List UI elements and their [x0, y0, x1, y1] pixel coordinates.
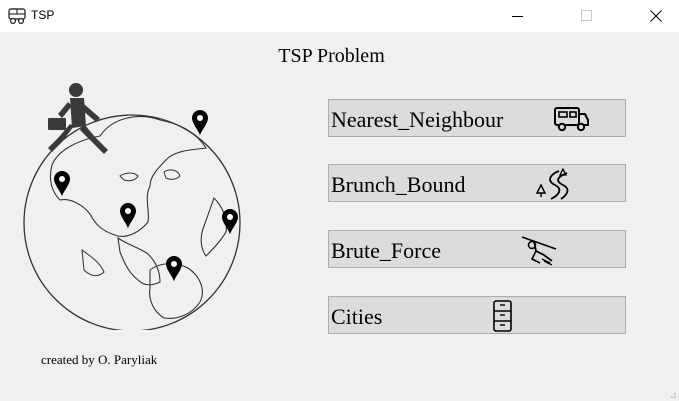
map-pin-icon	[166, 256, 182, 282]
zipline-icon	[521, 236, 557, 266]
close-button[interactable]	[633, 0, 679, 32]
button-label: Nearest_Neighbour	[331, 107, 504, 132]
button-label: Brute_Force	[331, 238, 441, 263]
close-icon	[650, 10, 662, 22]
minimize-icon	[512, 16, 523, 17]
brute-force-button[interactable]: Brute_Force	[328, 230, 626, 268]
winding-road-icon	[535, 167, 569, 200]
camper-van-icon	[554, 107, 589, 132]
author-credit: created by O. Paryliak	[41, 352, 158, 367]
vehicle-icon	[8, 8, 26, 25]
running-man-figure	[48, 83, 108, 154]
maximize-button[interactable]	[564, 0, 610, 32]
minimize-button[interactable]	[495, 0, 541, 32]
button-label: Brunch_Bound	[331, 172, 466, 197]
cities-button[interactable]: Cities	[328, 296, 626, 334]
map-pin-icon	[222, 209, 238, 235]
button-label: Cities	[331, 304, 383, 329]
nearest-neighbour-button[interactable]: Nearest_Neighbour	[328, 99, 626, 137]
map-pin-icon	[54, 171, 70, 197]
brunch-bound-button[interactable]: Brunch_Bound	[328, 164, 626, 202]
resize-grip-icon[interactable]	[669, 391, 677, 399]
map-pin-icon	[120, 203, 136, 229]
map-pin-icon	[192, 110, 208, 136]
file-cabinet-icon	[493, 300, 512, 332]
title-bar[interactable]: TSP	[0, 0, 679, 32]
globe-illustration	[23, 83, 241, 330]
window-title: TSP	[31, 8, 55, 22]
maximize-icon	[581, 10, 592, 21]
